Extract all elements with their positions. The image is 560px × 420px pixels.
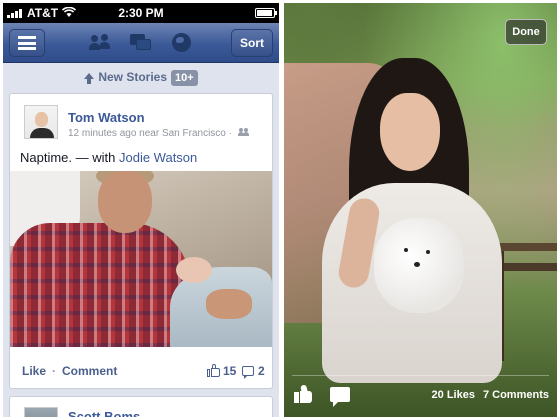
arrow-up-icon: [84, 73, 95, 84]
story-actions: Like · Comment 15 2: [10, 356, 272, 386]
done-button[interactable]: Done: [505, 19, 547, 45]
photo-viewer-screen: Done 20 Likes 7 Comments: [284, 3, 557, 417]
like-icon[interactable]: [294, 384, 314, 403]
photo-likes-count[interactable]: 20 Likes: [432, 389, 475, 401]
next-feed-story: Scott Boms: [9, 396, 273, 417]
photo-dog: [374, 218, 464, 313]
story-privacy-separator: ·: [228, 128, 232, 139]
comment-count-icon: [242, 366, 254, 379]
menu-button[interactable]: [9, 29, 45, 57]
next-author-name[interactable]: Scott Boms: [68, 409, 140, 417]
next-author-avatar[interactable]: [24, 407, 58, 417]
photo-counts: 20 Likes 7 Comments: [432, 389, 549, 401]
new-stories-label: New Stories: [98, 70, 168, 84]
tagged-friend-link[interactable]: Jodie Watson: [119, 150, 197, 165]
status-text: Naptime. — with Jodie Watson: [20, 150, 197, 165]
photo-comments-count[interactable]: 7 Comments: [483, 389, 549, 401]
friends-icon[interactable]: [89, 33, 111, 53]
like-count[interactable]: 15: [223, 364, 236, 378]
new-stories-count-badge: 10+: [171, 70, 198, 86]
friends-audience-icon: [237, 128, 249, 136]
messages-icon[interactable]: [130, 33, 152, 53]
status-message: Naptime. — with: [20, 150, 119, 165]
author-avatar[interactable]: [24, 105, 58, 139]
photo-subject-face: [380, 93, 440, 171]
like-count-icon: [207, 364, 221, 377]
clock: 2:30 PM: [118, 6, 164, 20]
news-feed-screen: AT&T 2:30 PM Sort New Stories 10+ Tom Wat…: [3, 3, 279, 417]
comment-count[interactable]: 2: [258, 364, 265, 378]
status-bar: AT&T 2:30 PM: [3, 3, 279, 23]
comment-button[interactable]: Comment: [62, 364, 117, 378]
top-nav-bar: Sort: [3, 23, 279, 63]
feed-story: Tom Watson 12 minutes ago near San Franc…: [9, 93, 273, 389]
story-photo[interactable]: [10, 171, 272, 347]
story-meta: 12 minutes ago near San Francisco ·: [68, 128, 249, 139]
photo-viewer-footer: 20 Likes 7 Comments: [284, 369, 557, 417]
battery-icon: [255, 8, 277, 18]
new-stories-banner[interactable]: New Stories 10+: [3, 64, 279, 90]
comment-icon[interactable]: [330, 387, 350, 407]
globe-icon[interactable]: [171, 33, 193, 53]
like-button[interactable]: Like: [22, 364, 46, 378]
action-separator: ·: [52, 364, 56, 378]
menu-icon: [18, 36, 36, 50]
sort-button[interactable]: Sort: [231, 29, 273, 57]
story-timestamp-location: 12 minutes ago near San Francisco: [68, 128, 226, 139]
author-name[interactable]: Tom Watson: [68, 110, 145, 125]
